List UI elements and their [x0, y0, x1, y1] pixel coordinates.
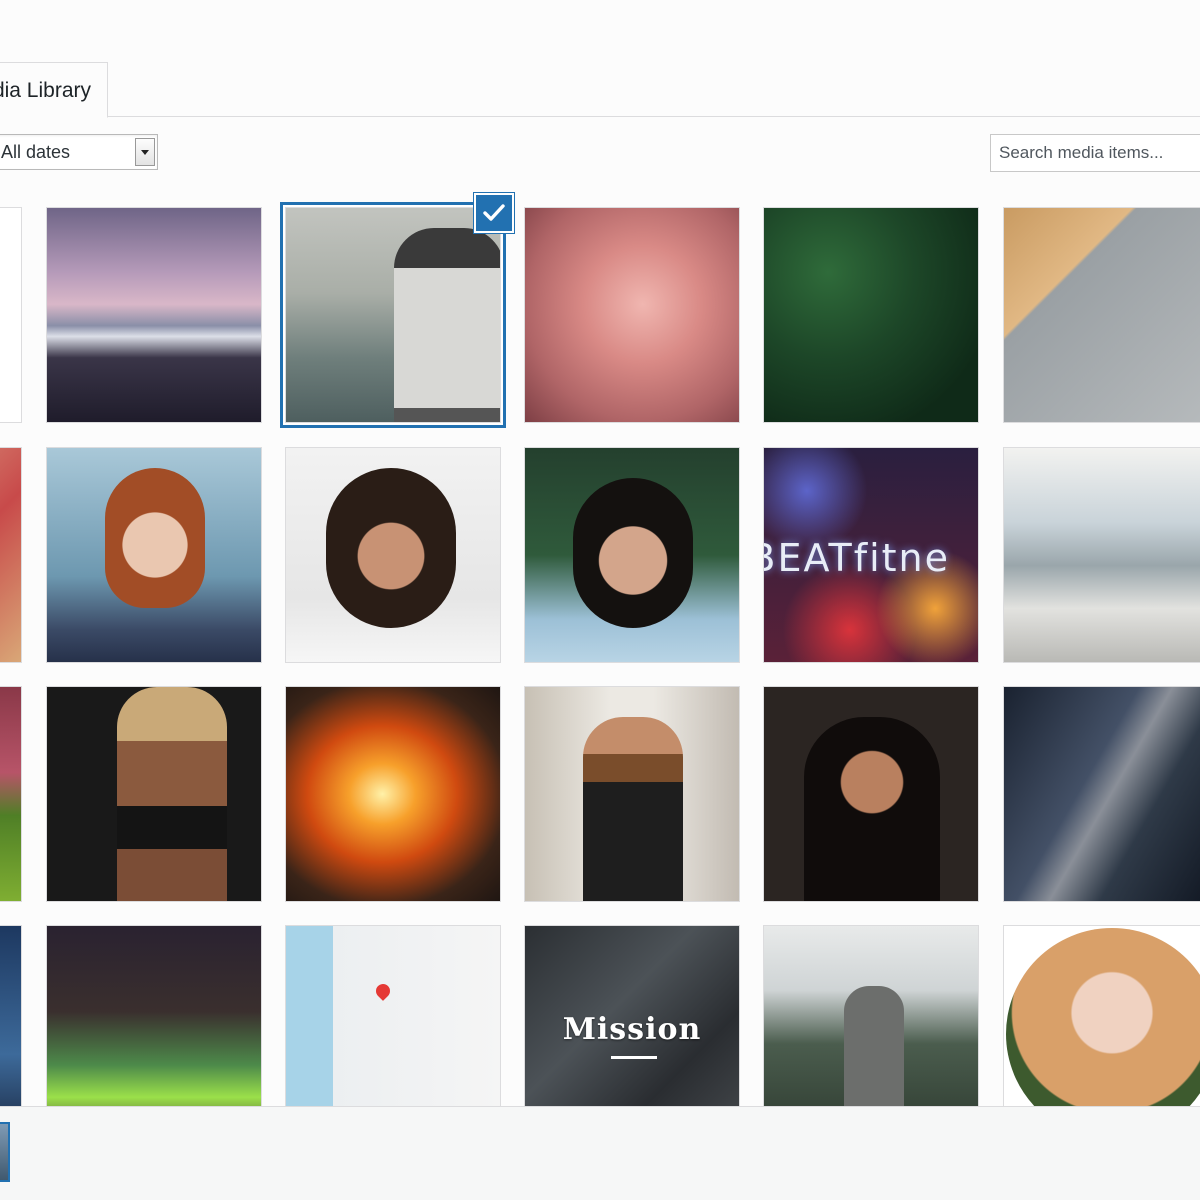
beat-fitness-logo: eBEATfitne [764, 536, 951, 580]
mission-text: Mission [562, 1012, 702, 1047]
media-item-trees[interactable] [763, 207, 979, 423]
media-tabs: Media Library [0, 0, 1200, 118]
media-thumbnail [286, 926, 500, 1106]
person-figure [844, 986, 904, 1106]
media-item-redhead[interactable] [46, 447, 262, 663]
search-input[interactable] [990, 134, 1200, 172]
person-figure [117, 687, 227, 901]
date-filter-value: All dates [1, 142, 71, 162]
media-thumbnail [47, 926, 261, 1106]
chevron-down-icon[interactable] [135, 138, 155, 166]
media-item-turtleneck[interactable] [763, 686, 979, 902]
media-thumbnail [525, 208, 739, 422]
media-modal: eBEATfitne Mission [0, 0, 1200, 1200]
media-thumbnail [0, 687, 21, 901]
tab-label: Media Library [0, 79, 91, 102]
media-item-mountains[interactable] [46, 207, 262, 423]
media-item-athlete[interactable] [46, 686, 262, 902]
media-thumbnail [1004, 448, 1200, 662]
media-thumbnail [1004, 208, 1200, 422]
media-item-book[interactable] [1003, 207, 1200, 423]
media-thumbnail [286, 687, 500, 901]
media-toolbar-footer [0, 1106, 1200, 1200]
person-figure [105, 468, 205, 608]
media-item-hiker[interactable] [763, 925, 979, 1106]
media-item-flamingo[interactable] [524, 207, 740, 423]
tab-media-library[interactable]: Media Library [0, 62, 108, 118]
media-item-blank[interactable] [0, 207, 22, 423]
media-item-vegetables[interactable] [0, 686, 22, 902]
person-figure [804, 717, 940, 901]
media-item-terrace[interactable] [1003, 447, 1200, 663]
media-item-flames[interactable] [285, 686, 501, 902]
person-figure [326, 468, 456, 628]
media-item-bearded-man[interactable] [524, 686, 740, 902]
person-figure [583, 717, 683, 901]
media-item-man-view[interactable] [285, 207, 501, 423]
person-figure [573, 478, 693, 628]
media-thumbnail [47, 208, 261, 422]
media-item-aurora[interactable] [46, 925, 262, 1106]
media-thumbnail [1006, 928, 1200, 1106]
media-thumbnail [0, 926, 21, 1106]
media-item-glasses-woman[interactable] [1003, 925, 1200, 1106]
media-thumbnail [1004, 687, 1200, 901]
media-item-night-sky[interactable] [0, 925, 22, 1106]
media-item-mission[interactable]: Mission [524, 925, 740, 1106]
media-item-woman-leaves[interactable] [524, 447, 740, 663]
person-figure [394, 228, 500, 422]
selection-thumbnail[interactable] [0, 1122, 10, 1182]
date-filter-select[interactable]: All dates [0, 134, 158, 170]
media-thumbnail [764, 208, 978, 422]
mission-underline [611, 1056, 657, 1059]
media-item-beat-fitness[interactable]: eBEATfitne [763, 447, 979, 663]
media-thumbnail [0, 208, 21, 422]
media-thumbnail [0, 448, 21, 662]
media-item-map[interactable] [285, 925, 501, 1106]
media-item-milky-way[interactable] [1003, 686, 1200, 902]
media-item-red-art[interactable] [0, 447, 22, 663]
selected-check-button[interactable] [474, 193, 514, 233]
checkmark-icon [483, 204, 505, 221]
media-item-curly-hair[interactable] [285, 447, 501, 663]
